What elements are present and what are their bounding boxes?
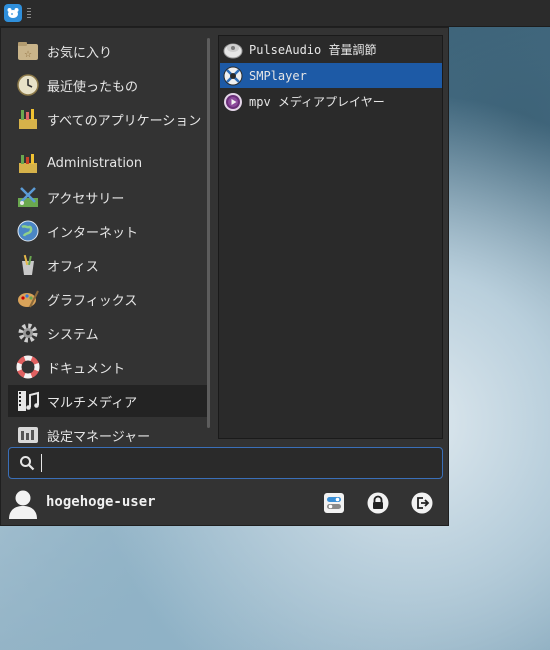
pulseaudio-volume-icon bbox=[223, 40, 243, 60]
app-smplayer[interactable]: SMPlayer bbox=[220, 63, 442, 88]
category-label: 設定マネージャー bbox=[47, 429, 151, 444]
lock-screen-button[interactable] bbox=[367, 492, 389, 514]
administration-icon bbox=[16, 151, 40, 175]
category-label: オフィス bbox=[47, 259, 99, 275]
recent-clock-icon bbox=[16, 73, 40, 97]
category-label: ドキュメント bbox=[47, 361, 126, 377]
mouse-logo-icon bbox=[7, 8, 19, 18]
category-administration[interactable]: Administration bbox=[8, 147, 209, 179]
username-label: hogehoge-user bbox=[46, 494, 156, 510]
documentation-lifebuoy-icon bbox=[16, 355, 40, 379]
category-label: アクセサリー bbox=[47, 191, 125, 207]
category-label: Administration bbox=[47, 155, 143, 171]
user-avatar-icon bbox=[8, 488, 38, 520]
smplayer-icon bbox=[223, 66, 243, 86]
category-internet[interactable]: インターネット bbox=[8, 215, 209, 247]
all-applications-icon bbox=[16, 107, 40, 131]
whisker-menu-button[interactable] bbox=[4, 4, 22, 22]
app-mpv[interactable]: mpv メディアプレイヤー bbox=[220, 89, 442, 114]
category-office[interactable]: オフィス bbox=[8, 249, 209, 281]
category-label: システム bbox=[47, 327, 99, 343]
search-box[interactable] bbox=[8, 447, 443, 479]
panel-grip-handle[interactable] bbox=[27, 8, 31, 18]
app-pulseaudio-volume[interactable]: PulseAudio 音量調節 bbox=[220, 37, 442, 62]
application-list: PulseAudio 音量調節 SMPlayer mpv メディアプレイヤー bbox=[218, 35, 443, 439]
application-menu: ☆ お気に入り 最近使ったもの すべてのアプリケーション Administrat… bbox=[0, 27, 449, 526]
settings-toggle-icon bbox=[324, 493, 344, 513]
search-input[interactable] bbox=[48, 451, 428, 475]
lock-icon bbox=[367, 492, 389, 514]
category-all-applications[interactable]: すべてのアプリケーション bbox=[8, 103, 209, 135]
category-accessories[interactable]: アクセサリー bbox=[8, 181, 209, 213]
mpv-icon bbox=[223, 92, 243, 112]
category-label: すべてのアプリケーション bbox=[47, 113, 202, 129]
internet-globe-icon bbox=[16, 219, 40, 243]
graphics-palette-icon bbox=[16, 287, 40, 311]
log-out-button[interactable] bbox=[411, 492, 433, 514]
system-gear-icon bbox=[16, 321, 40, 345]
app-label: SMPlayer bbox=[249, 68, 307, 83]
settings-manager-icon bbox=[16, 423, 40, 443]
category-label: マルチメディア bbox=[47, 395, 138, 411]
category-label: お気に入り bbox=[47, 45, 113, 61]
top-panel bbox=[0, 0, 550, 27]
menu-footer: hogehoge-user bbox=[1, 486, 448, 526]
category-graphics[interactable]: グラフィックス bbox=[8, 283, 209, 315]
settings-button[interactable] bbox=[323, 492, 345, 514]
office-icon bbox=[16, 253, 40, 277]
category-documentation[interactable]: ドキュメント bbox=[8, 351, 209, 383]
svg-text:☆: ☆ bbox=[24, 50, 32, 60]
category-label: グラフィックス bbox=[47, 293, 138, 309]
accessories-icon bbox=[16, 185, 40, 209]
app-label: PulseAudio 音量調節 bbox=[249, 43, 377, 57]
multimedia-icon bbox=[16, 389, 40, 413]
category-multimedia[interactable]: マルチメディア bbox=[8, 385, 209, 417]
category-recent[interactable]: 最近使ったもの bbox=[8, 69, 209, 101]
category-label: インターネット bbox=[47, 225, 139, 241]
category-favorites[interactable]: ☆ お気に入り bbox=[8, 35, 209, 67]
text-caret bbox=[41, 454, 42, 472]
category-scrollbar[interactable] bbox=[207, 38, 210, 428]
category-system[interactable]: システム bbox=[8, 317, 209, 349]
log-out-icon bbox=[411, 492, 433, 514]
search-icon bbox=[20, 456, 35, 471]
favorites-folder-icon: ☆ bbox=[16, 39, 40, 63]
category-settings-manager[interactable]: 設定マネージャー bbox=[8, 419, 209, 443]
category-label: 最近使ったもの bbox=[47, 79, 139, 95]
category-list: ☆ お気に入り 最近使ったもの すべてのアプリケーション Administrat… bbox=[8, 33, 209, 443]
app-label: mpv メディアプレイヤー bbox=[249, 95, 385, 109]
